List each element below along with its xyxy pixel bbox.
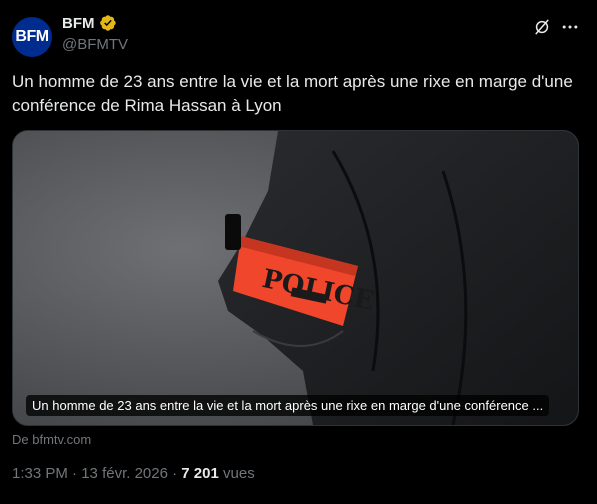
tweet-text: Un homme de 23 ans entre la vie et la mo… — [12, 72, 573, 115]
tweet-date[interactable]: 13 févr. 2026 — [81, 465, 168, 482]
more-dots-icon — [562, 25, 578, 29]
views-count: 7 201 — [181, 465, 219, 482]
link-card[interactable]: POLICE Un homme de 23 ans entre la vie e… — [12, 130, 579, 426]
card-title: Un homme de 23 ans entre la vie et la mo… — [26, 395, 550, 416]
more-options-button[interactable] — [558, 15, 582, 39]
tweet-meta: 1:33 PM · 13 févr. 2026 · 7 201 vues — [12, 465, 255, 482]
avatar-logo-text: BFM — [15, 28, 49, 45]
grok-icon — [535, 19, 549, 35]
views-label: vues — [223, 465, 255, 482]
grok-button[interactable] — [530, 15, 554, 39]
verified-badge-icon — [99, 15, 116, 31]
card-image: POLICE — [13, 131, 578, 425]
author-handle[interactable]: @BFMTV — [62, 36, 128, 53]
avatar[interactable]: BFM — [12, 17, 52, 57]
tweet: BFM BFM @BFMTV Un homme de 23 ans entre … — [0, 0, 597, 504]
author-name-row: BFM — [62, 14, 117, 32]
meta-separator: · — [72, 465, 78, 482]
meta-separator: · — [172, 465, 178, 482]
tweet-time[interactable]: 1:33 PM — [12, 465, 68, 482]
card-source[interactable]: De bfmtv.com — [12, 432, 91, 447]
author-display-name[interactable]: BFM — [62, 15, 95, 32]
